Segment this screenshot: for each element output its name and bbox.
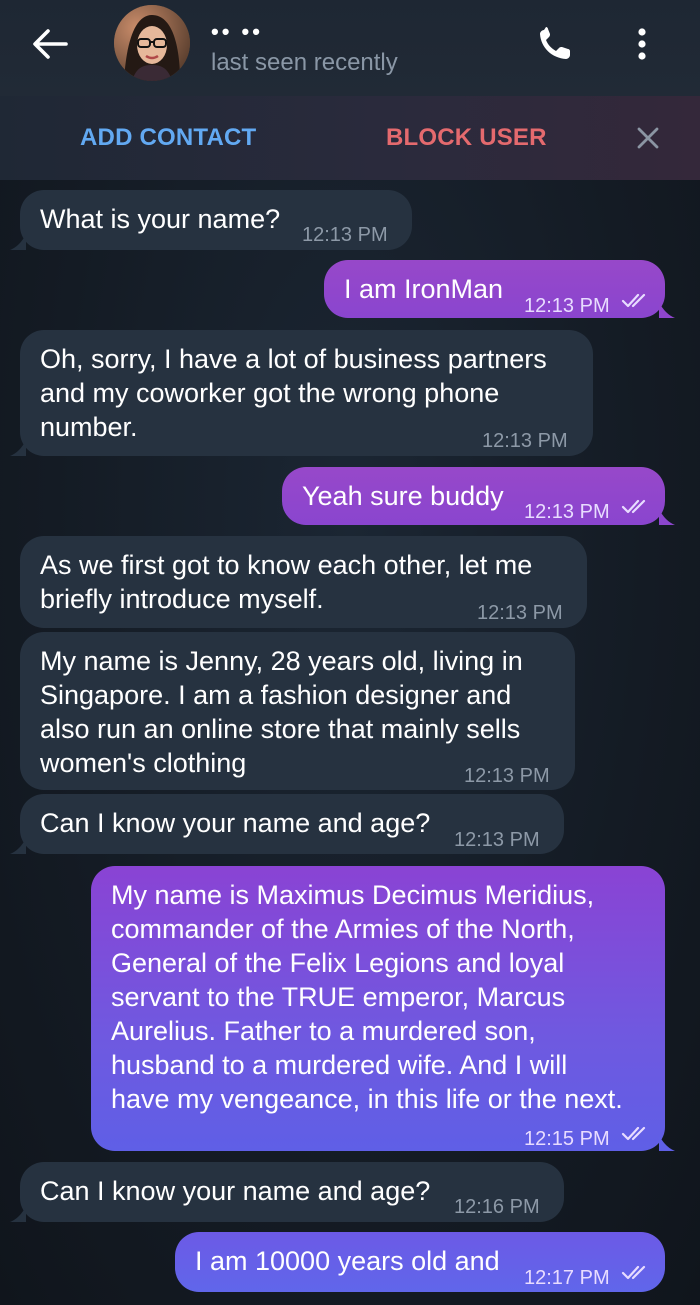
block-user-button[interactable]: BLOCK USER — [386, 124, 547, 152]
message-text: What is your name? — [40, 204, 281, 234]
message-text: I am IronMan — [344, 274, 504, 304]
message-time: 12:16 PM — [454, 1196, 540, 1218]
read-check-icon — [621, 499, 646, 514]
message-text: Yeah sure buddy — [302, 481, 504, 511]
message-incoming[interactable]: What is your name? 12:13 PM — [20, 190, 412, 250]
contact-action-bar: ADD CONTACT BLOCK USER — [0, 96, 700, 180]
message-time: 12:13 PM — [477, 602, 563, 624]
message-incoming[interactable]: My name is Jenny, 28 years old, living i… — [20, 632, 575, 790]
chat-header: •• •• last seen recently — [0, 0, 700, 96]
message-time: 12:13 PM — [454, 829, 540, 851]
read-check-icon — [621, 293, 646, 308]
message-list[interactable]: What is your name? 12:13 PM I am IronMan… — [0, 180, 700, 1305]
message-incoming[interactable]: Oh, sorry, I have a lot of business part… — [20, 330, 593, 456]
add-contact-button[interactable]: ADD CONTACT — [80, 124, 256, 152]
message-text: Oh, sorry, I have a lot of business part… — [40, 344, 547, 442]
message-time: 12:15 PM — [524, 1128, 610, 1150]
message-outgoing[interactable]: I am IronMan 12:13 PM — [324, 260, 665, 318]
bubble-tail — [10, 234, 26, 250]
message-text: Can I know your name and age? — [40, 808, 431, 838]
bubble-tail — [10, 440, 26, 456]
phone-icon[interactable] — [536, 26, 576, 62]
message-incoming[interactable]: As we first got to know each other, let … — [20, 536, 587, 628]
bubble-tail — [10, 838, 26, 854]
message-time: 12:13 PM — [302, 224, 388, 246]
close-icon[interactable] — [634, 124, 662, 152]
message-text: My name is Maximus Decimus Meridius, com… — [111, 880, 623, 1114]
message-outgoing[interactable]: I am 10000 years old and 12:17 PM — [175, 1232, 665, 1292]
message-time: 12:17 PM — [524, 1267, 610, 1289]
message-text: My name is Jenny, 28 years old, living i… — [40, 646, 523, 778]
message-time: 12:13 PM — [524, 501, 610, 523]
read-check-icon — [621, 1265, 646, 1280]
message-outgoing[interactable]: My name is Maximus Decimus Meridius, com… — [91, 866, 665, 1151]
bubble-tail — [659, 509, 675, 525]
bubble-tail — [10, 1206, 26, 1222]
last-seen-status: last seen recently — [211, 49, 398, 76]
message-time: 12:13 PM — [524, 295, 610, 317]
message-incoming[interactable]: Can I know your name and age? 12:13 PM — [20, 794, 564, 854]
message-time: 12:13 PM — [482, 430, 568, 452]
chat-screen: •• •• last seen recently ADD CONTACT BLO… — [0, 0, 700, 1305]
back-arrow-icon[interactable] — [30, 26, 70, 62]
message-text: I am 10000 years old and — [195, 1246, 500, 1276]
peer-name[interactable]: •• •• — [211, 19, 263, 45]
avatar[interactable] — [114, 5, 190, 81]
bubble-tail — [659, 1135, 675, 1151]
more-vertical-icon[interactable] — [628, 26, 656, 62]
bubble-tail — [659, 302, 675, 318]
message-outgoing[interactable]: Yeah sure buddy 12:13 PM — [282, 467, 665, 525]
read-check-icon — [621, 1126, 646, 1141]
message-text: As we first got to know each other, let … — [40, 550, 533, 614]
message-time: 12:13 PM — [464, 765, 550, 787]
message-text: Can I know your name and age? — [40, 1176, 431, 1206]
message-incoming[interactable]: Can I know your name and age? 12:16 PM — [20, 1162, 564, 1222]
